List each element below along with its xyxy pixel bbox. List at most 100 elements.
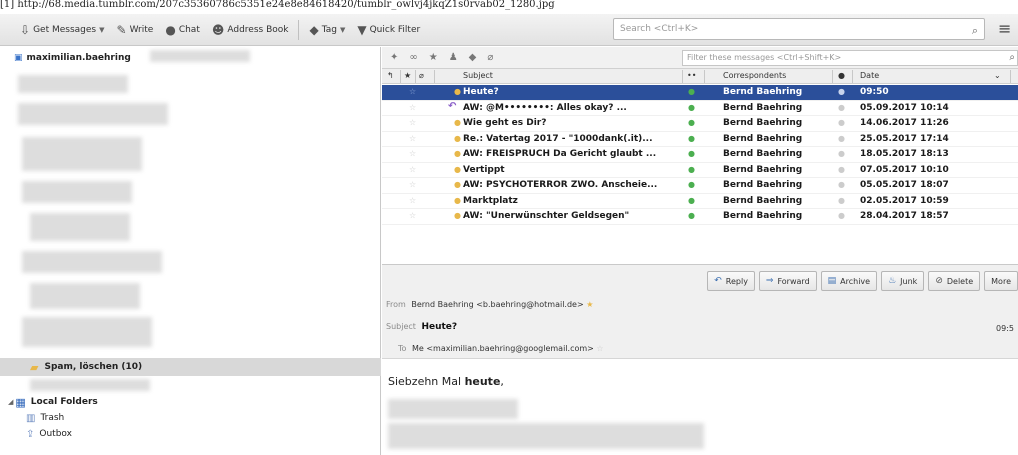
message-row[interactable]: ☆ ● Wie geht es Dir? ● Bernd Baehring ● 14.06.… [382,116,1018,132]
subject-line: Subject Heute? [386,322,457,332]
message-row[interactable]: ☆ ● Marktplatz ● Bernd Baehring ● 02.05.2017 1… [382,194,1018,209]
read-status-dot-icon[interactable]: ● [688,118,695,127]
read-status-dot-icon[interactable]: ● [688,211,695,220]
unread-dot-icon: ● [454,164,461,174]
address-book-button[interactable]: ☻ Address Book [206,19,295,41]
junk-column-icon[interactable]: ● [838,71,845,80]
message-correspondent: Bernd Baehring [723,102,803,113]
read-status-dot-icon[interactable]: ● [688,196,695,205]
junk-status-icon[interactable]: ● [838,103,845,112]
star-icon[interactable]: ☆ [409,118,416,127]
read-status-dot-icon[interactable]: ● [688,180,695,189]
tag-button[interactable]: ◆ Tag ▼ [303,19,351,41]
junk-status-icon[interactable]: ● [838,87,845,96]
star-icon[interactable]: ☆ [409,180,416,189]
subject-column-header[interactable]: Subject [463,71,493,80]
column-divider [682,70,683,83]
expand-triangle-icon[interactable]: ◢ [8,398,13,406]
junk-status-icon[interactable]: ● [838,134,845,143]
body-text: Siebzehn Mal heute, [388,375,504,388]
correspondents-column-header[interactable]: Correspondents [723,71,786,80]
sidebar-item-spam[interactable]: ▰ Spam, löschen (10) [0,358,381,376]
star-icon[interactable]: ☆ [409,103,416,112]
reply-icon: ↶ [714,276,722,286]
search-icon[interactable]: ⌕ [972,21,978,41]
hamburger-menu-icon[interactable]: ≡ [998,20,1011,38]
from-line: From Bernd Baehring <b.baehring@hotmail.… [386,300,593,309]
read-status-dot-icon[interactable]: ● [688,149,695,158]
read-status-dot-icon[interactable]: ● [688,165,695,174]
junk-status-icon[interactable]: ● [838,118,845,127]
message-row[interactable]: ☆ ↶ AW: @M••••••••: Alles okay? ... ● Bernd … [382,100,1018,116]
star-icon[interactable]: ☆ [409,196,416,205]
quick-filter-button[interactable]: ▼ Quick Filter [351,19,426,41]
star-icon[interactable]: ☆ [409,87,416,96]
attachment-filter-icon[interactable]: ⌀ [487,52,493,63]
filter-messages-input[interactable]: Filter these messages <Ctrl+Shift+K> ⌕ [682,50,1018,66]
junk-status-icon[interactable]: ● [838,149,845,158]
starred-filter-icon[interactable]: ★ [429,52,438,63]
sidebar-item-trash[interactable]: ▥ Trash [26,411,64,425]
delete-button[interactable]: ⊘ Delete [928,271,981,291]
message-row[interactable]: ☆ ● Heute? ● Bernd Baehring ● 09:50 [382,85,1018,101]
get-messages-button[interactable]: ⇩ Get Messages ▼ [14,19,111,41]
message-correspondent: Bernd Baehring [723,87,803,97]
search-icon: ⌕ [1009,52,1015,63]
message-row[interactable]: ☆ ● AW: PSYCHOTERROR ZWO. Anscheie... ● Bern… [382,178,1018,194]
sidebar-item-local-folders[interactable]: ◢ ▦ Local Folders [0,395,98,409]
thread-column-icon[interactable]: ↰ [387,71,394,80]
star-icon[interactable]: ☆ [596,344,603,353]
message-row[interactable]: ☆ ● Vertippt ● Bernd Baehring ● 07.05.2017 10:… [382,163,1018,178]
replied-arrow-icon: ↶ [448,100,457,112]
junk-status-icon[interactable]: ● [838,165,845,174]
message-subject: Heute? [463,87,499,97]
quick-filter-bar: ✦ ∞ ★ ♟ ◆ ⌀ Filter these messages <Ctrl+… [382,47,1018,69]
read-status-dot-icon[interactable]: ● [688,134,695,143]
star-icon[interactable]: ☆ [409,134,416,143]
message-subject: Marktplatz [463,195,518,206]
read-column-icon[interactable]: •• [687,71,696,80]
to-value[interactable]: Me <maximilian.baehring@googlemail.com> [412,344,594,353]
sidebar-item-outbox[interactable]: ⇪ Outbox [26,427,72,441]
message-list-header: ↰ ★ ⌀ Subject •• Correspondents ● Date ⌄ [382,69,1018,84]
tag-filter-icon[interactable]: ◆ [469,52,477,63]
pencil-icon: ✎ [116,22,127,37]
more-button[interactable]: More [984,271,1018,291]
local-folders-label: Local Folders [30,397,98,407]
unread-filter-icon[interactable]: ∞ [409,52,417,63]
star-icon[interactable]: ★ [586,300,593,309]
date-column-header[interactable]: Date [860,71,879,80]
star-icon[interactable]: ☆ [409,211,416,220]
unread-dot-icon: ● [454,195,461,205]
contact-filter-icon[interactable]: ♟ [449,52,458,63]
unread-dot-icon: ● [454,118,461,127]
message-body: Siebzehn Mal heute, [382,358,1018,455]
unread-dot-icon: ● [454,149,461,158]
unread-dot-icon: ● [454,180,461,189]
from-value[interactable]: Bernd Baehring <b.baehring@hotmail.de> [411,300,583,309]
read-status-dot-icon[interactable]: ● [688,103,695,112]
chevron-down-icon[interactable]: ▼ [99,26,104,34]
pin-icon[interactable]: ✦ [390,52,398,63]
redacted-area [388,423,704,449]
junk-status-icon[interactable]: ● [838,196,845,205]
junk-status-icon[interactable]: ● [838,211,845,220]
star-icon[interactable]: ☆ [409,149,416,158]
message-row[interactable]: ☆ ● AW: FREISPRUCH Da Gericht glaubt ... ● B… [382,147,1018,163]
chat-button[interactable]: ● Chat [159,19,206,41]
search-input[interactable]: Search <Ctrl+K> ⌕ [613,18,985,40]
junk-status-icon[interactable]: ● [838,180,845,189]
junk-button[interactable]: ♨ Junk [881,271,925,291]
message-correspondent: Bernd Baehring [723,118,803,128]
write-button[interactable]: ✎ Write [111,19,160,41]
reply-button[interactable]: ↶ Reply [707,271,755,291]
message-row[interactable]: ☆ ● AW: "Unerwünschter Geldsegen" ● Bernd Ba… [382,209,1018,225]
read-status-dot-icon[interactable]: ● [688,87,695,96]
archive-button[interactable]: ▤ Archive [820,271,878,291]
message-row[interactable]: ☆ ● Re.: Vatertag 2017 - "1000dank(.it)...… [382,132,1018,147]
star-column-icon[interactable]: ★ [404,71,411,80]
attachment-column-icon[interactable]: ⌀ [419,71,424,80]
spam-label: Spam, löschen (10) [44,362,143,372]
forward-button[interactable]: ⇒ Forward [758,271,817,291]
star-icon[interactable]: ☆ [409,165,416,174]
